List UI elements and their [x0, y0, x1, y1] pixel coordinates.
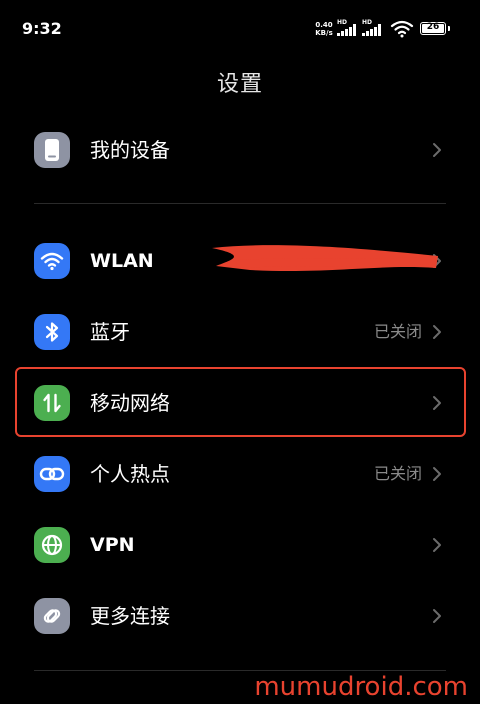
network-speed: 0.40 KB/s — [313, 21, 335, 37]
settings-item-value: 已关闭 — [373, 464, 422, 483]
settings-item-hotspot[interactable]: 个人热点 已关闭 — [0, 444, 480, 504]
chevron-right-icon — [432, 142, 442, 162]
chevron-right-icon — [432, 324, 442, 344]
network-speed-value: 0.40 — [315, 21, 333, 29]
battery-tip — [448, 26, 450, 31]
watermark-text: mumudroid.com — [254, 672, 468, 702]
network-speed-unit: KB/s — [315, 29, 333, 37]
settings-item-label: 我的设备 — [90, 138, 170, 162]
highlight-box — [15, 367, 466, 437]
phone-device-icon — [34, 132, 70, 168]
wifi-icon — [34, 243, 70, 279]
chevron-right-icon — [432, 466, 442, 486]
section-divider — [34, 670, 446, 671]
wifi-status-icon — [390, 20, 414, 42]
settings-item-label: 个人热点 — [90, 462, 170, 486]
sim2-signal-icon: HD — [362, 19, 384, 37]
bluetooth-icon — [34, 314, 70, 350]
sim1-signal-icon: HD — [337, 19, 359, 37]
more-connections-icon — [34, 598, 70, 634]
settings-item-my-device[interactable]: 我的设备 — [0, 120, 480, 180]
settings-item-label: WLAN — [90, 250, 154, 272]
settings-item-label: VPN — [90, 534, 135, 556]
section-divider — [34, 203, 446, 204]
chevron-right-icon — [432, 608, 442, 628]
settings-item-bluetooth[interactable]: 蓝牙 已关闭 — [0, 302, 480, 362]
battery-icon: 26 — [420, 22, 446, 35]
globe-icon — [34, 527, 70, 563]
status-time: 9:32 — [22, 19, 62, 38]
settings-item-more-connections[interactable]: 更多连接 — [0, 586, 480, 646]
battery-level: 26 — [426, 22, 440, 32]
hotspot-link-icon — [34, 456, 70, 492]
settings-item-value: 已关闭 — [373, 322, 422, 341]
settings-item-vpn[interactable]: VPN — [0, 515, 480, 575]
redaction-scribble — [212, 245, 438, 271]
settings-item-label: 蓝牙 — [90, 320, 130, 344]
settings-item-label: 更多连接 — [90, 604, 170, 628]
chevron-right-icon — [432, 537, 442, 557]
page-title: 设置 — [216, 72, 263, 97]
status-bar: 9:32 0.40 KB/s HD HD 26 — [0, 0, 480, 58]
